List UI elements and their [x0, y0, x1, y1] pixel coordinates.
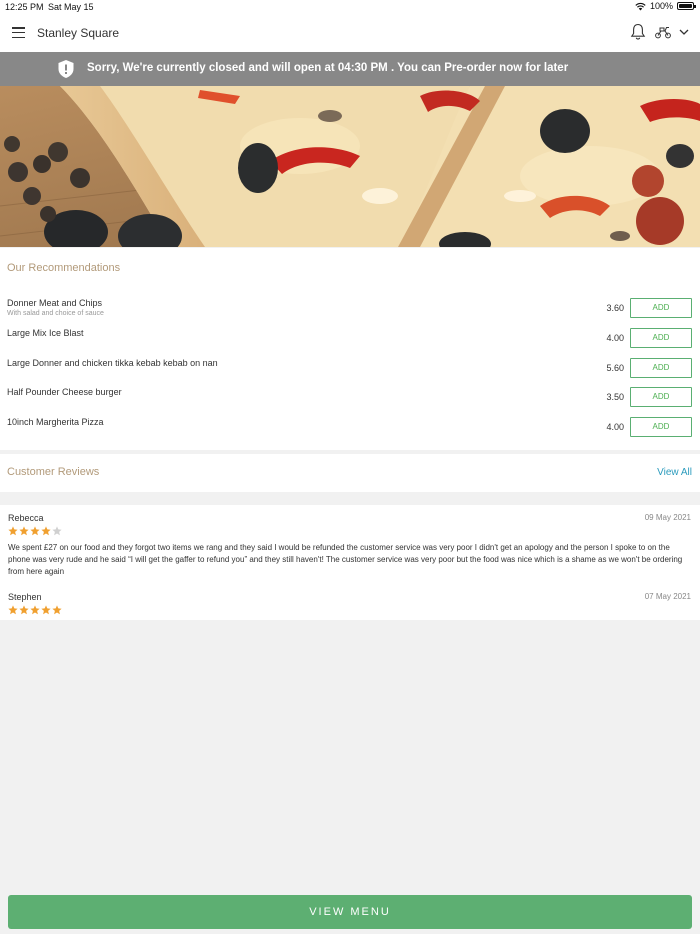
star-icon	[52, 526, 62, 536]
menu-item: Donner Meat and Chips With salad and cho…	[0, 298, 700, 320]
shield-alert-icon	[58, 60, 74, 78]
item-price: 3.50	[606, 392, 624, 402]
reviews-title: Customer Reviews	[7, 466, 100, 478]
star-rating	[8, 605, 62, 615]
add-button[interactable]: ADD	[630, 298, 692, 318]
closed-banner: Sorry, We're currently closed and will o…	[0, 52, 700, 86]
status-right: 100%	[635, 1, 696, 11]
battery-percent: 100%	[649, 1, 673, 11]
status-bar: 12:25 PM Sat May 15 100%	[0, 0, 700, 14]
item-price: 4.00	[606, 422, 624, 432]
review-date: 09 May 2021	[644, 513, 691, 522]
add-button[interactable]: ADD	[630, 358, 692, 378]
closed-message: Sorry, We're currently closed and will o…	[87, 62, 569, 74]
reviews-list: Rebecca 09 May 2021 We spent £27 on our …	[0, 505, 700, 620]
add-button[interactable]: ADD	[630, 417, 692, 437]
add-button[interactable]: ADD	[630, 387, 692, 407]
review-card: Rebecca 09 May 2021 We spent £27 on our …	[0, 513, 700, 585]
star-icon	[41, 526, 51, 536]
app-header: Stanley Square	[0, 14, 700, 52]
star-icon	[30, 526, 40, 536]
battery-icon	[677, 2, 696, 10]
menu-icon[interactable]	[12, 27, 25, 39]
item-description: With salad and choice of sauce	[7, 310, 104, 317]
star-icon	[8, 605, 18, 615]
recommendations-title: Our Recommendations	[7, 262, 121, 274]
review-card: Stephen 07 May 2021	[0, 592, 700, 620]
item-price: 5.60	[606, 363, 624, 373]
star-icon	[19, 526, 29, 536]
item-name: 10inch Margherita Pizza	[7, 417, 104, 427]
restaurant-title: Stanley Square	[37, 26, 120, 40]
recommendations-section: Our Recommendations Donner Meat and Chip…	[0, 248, 700, 450]
scooter-icon[interactable]	[654, 25, 672, 39]
star-icon	[52, 605, 62, 615]
menu-item: Large Donner and chicken tikka kebab keb…	[0, 358, 700, 380]
reviews-header: Customer Reviews View All	[0, 454, 700, 492]
item-price: 4.00	[606, 333, 624, 343]
status-time: 12:25 PM	[5, 2, 44, 12]
menu-item: 10inch Margherita Pizza 4.00 ADD	[0, 417, 700, 439]
bell-icon[interactable]	[630, 23, 646, 41]
status-date: Sat May 15	[48, 2, 94, 12]
hero-pizza-image	[0, 86, 700, 247]
add-button[interactable]: ADD	[630, 328, 692, 348]
star-icon	[41, 605, 51, 615]
star-icon	[30, 605, 40, 615]
item-name: Large Mix Ice Blast	[7, 328, 84, 338]
review-author: Stephen	[8, 592, 42, 602]
star-rating	[8, 526, 62, 536]
star-icon	[8, 526, 18, 536]
menu-item: Large Mix Ice Blast 4.00 ADD	[0, 328, 700, 350]
chevron-down-icon[interactable]	[678, 27, 690, 37]
item-name: Half Pounder Cheese burger	[7, 387, 122, 397]
star-icon	[19, 605, 29, 615]
menu-item: Half Pounder Cheese burger 3.50 ADD	[0, 387, 700, 409]
item-price: 3.60	[606, 303, 624, 313]
review-author: Rebecca	[8, 513, 44, 523]
wifi-icon	[635, 2, 646, 10]
item-name: Large Donner and chicken tikka kebab keb…	[7, 358, 218, 368]
review-date: 07 May 2021	[644, 592, 691, 601]
view-all-link[interactable]: View All	[657, 467, 692, 478]
item-name: Donner Meat and Chips	[7, 298, 103, 308]
view-menu-button[interactable]: VIEW MENU	[8, 895, 692, 929]
review-text: We spent £27 on our food and they forgot…	[8, 543, 683, 576]
